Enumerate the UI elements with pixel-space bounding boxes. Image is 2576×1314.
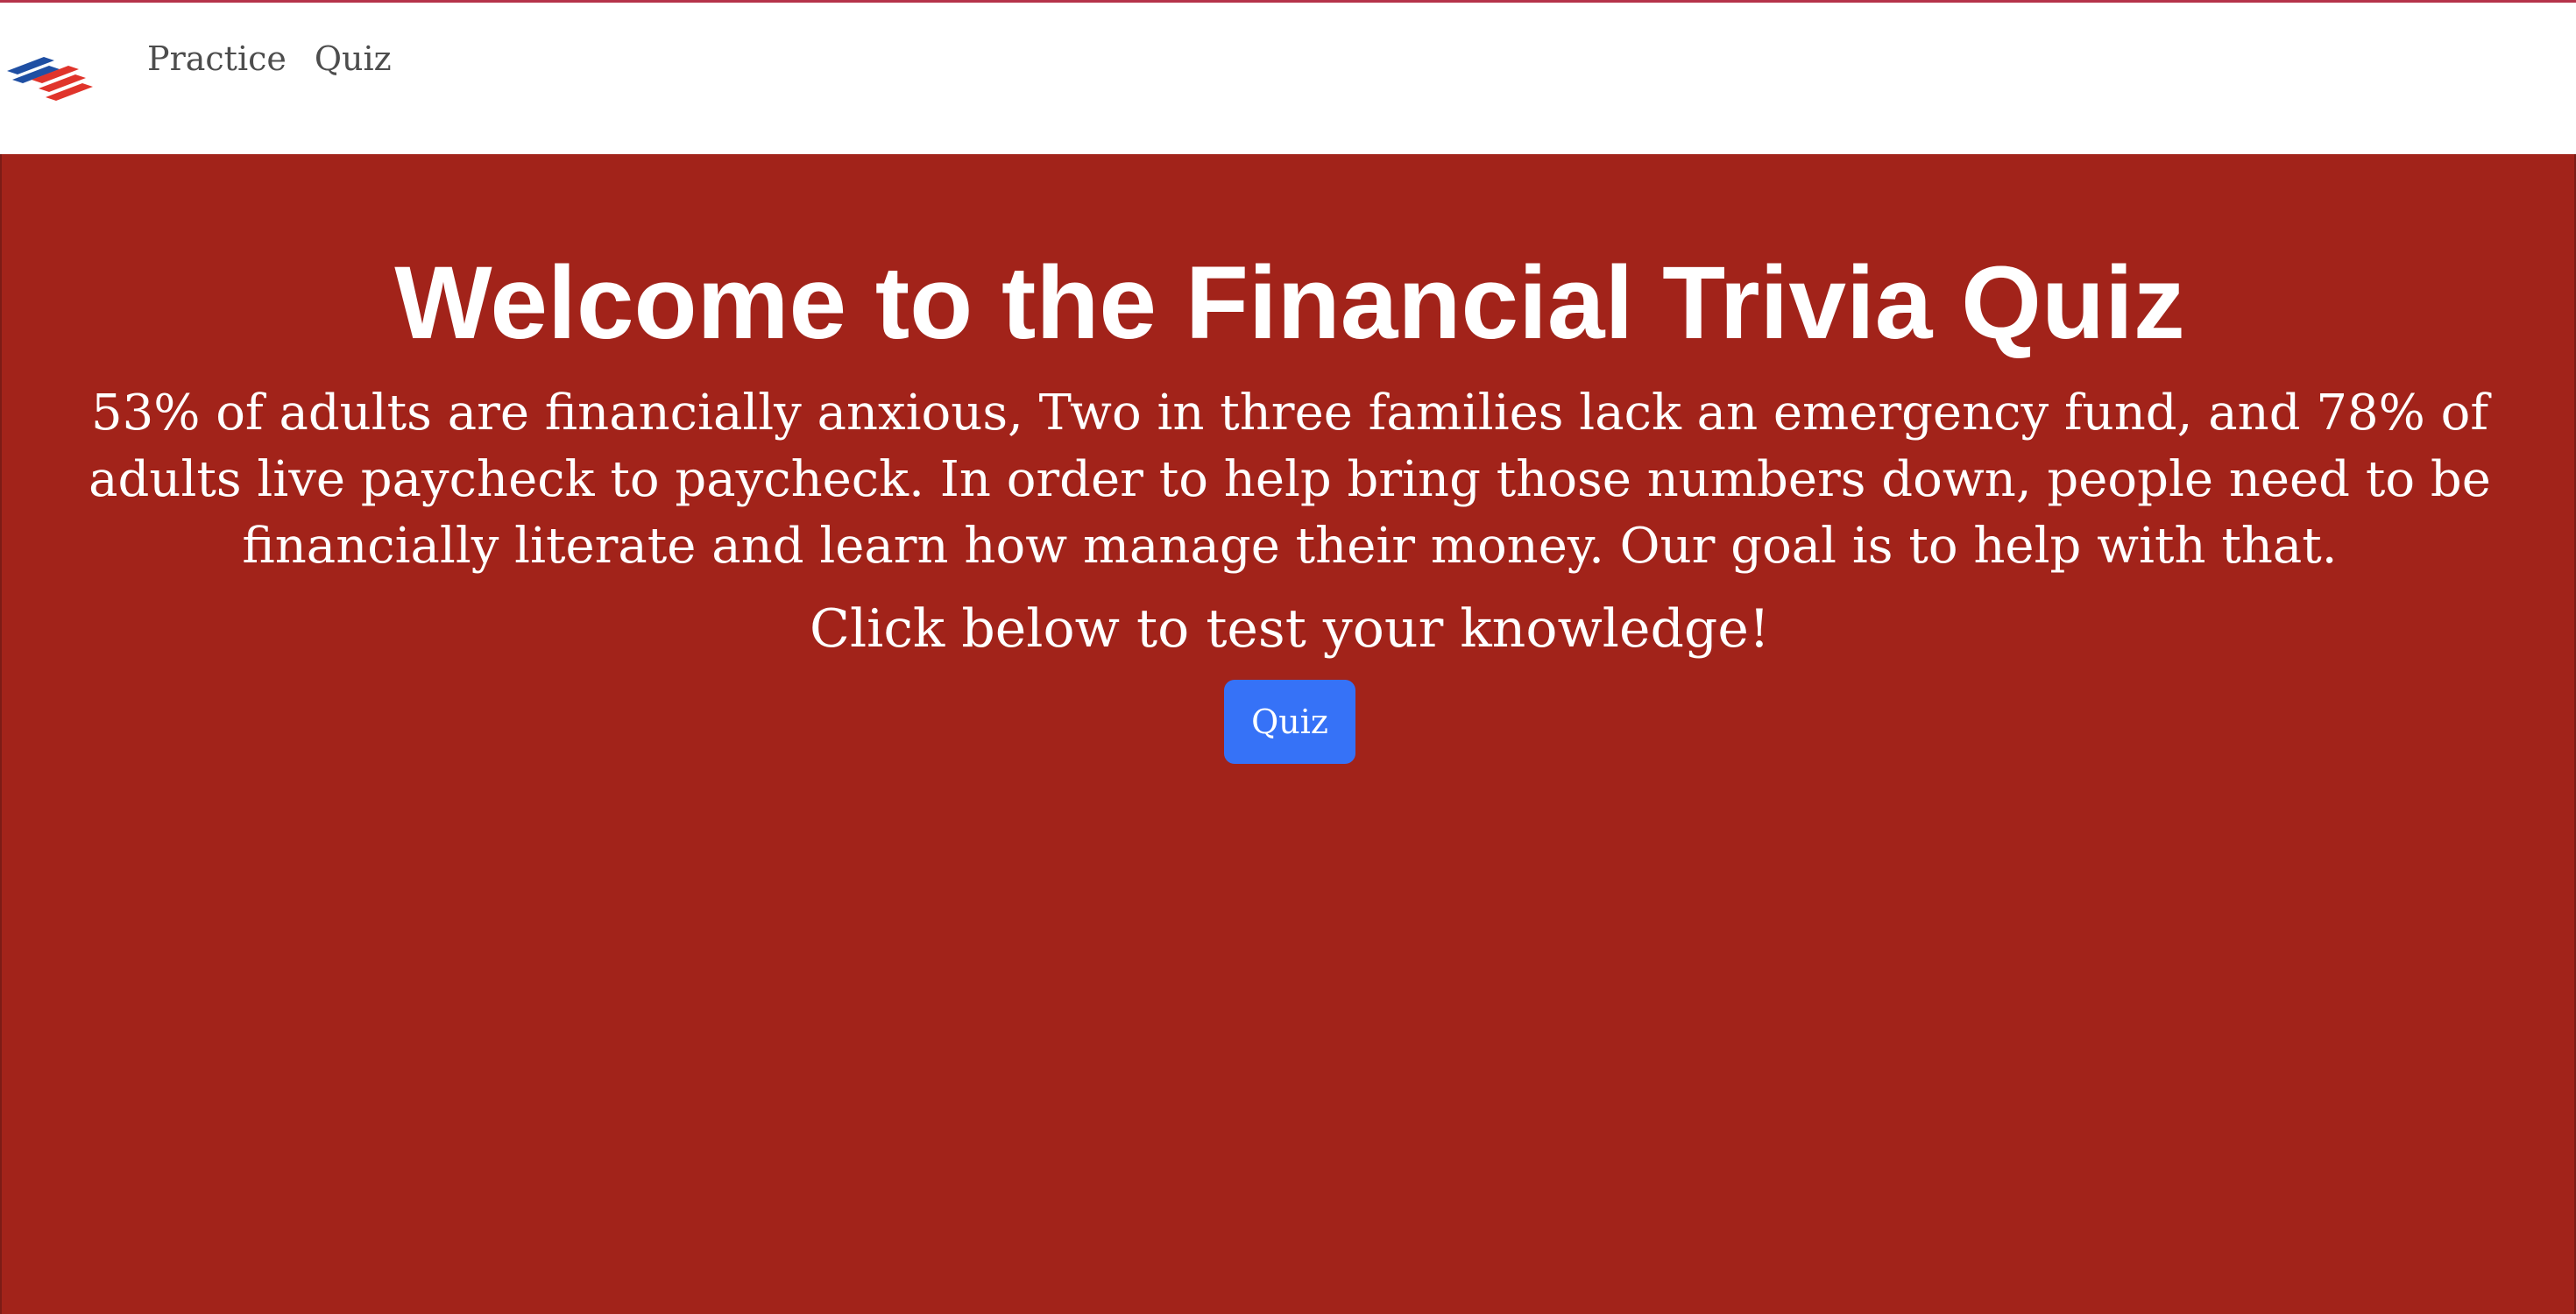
bank-flag-logo-icon[interactable] xyxy=(5,53,98,104)
page-title: Welcome to the Financial Trivia Quiz xyxy=(394,245,2185,361)
nav-link-quiz[interactable]: Quiz xyxy=(315,36,392,81)
intro-paragraph: 53% of adults are financially anxious, T… xyxy=(88,385,2491,575)
nav-links: Practice Quiz xyxy=(147,36,392,81)
page: Practice Quiz Welcome to the Financial T… xyxy=(0,0,2576,1314)
quiz-button[interactable]: Quiz xyxy=(1224,680,1355,764)
call-to-action-text: Click below to test your knowledge! xyxy=(810,598,1770,660)
top-navbar: Practice Quiz xyxy=(0,3,2576,152)
hero-section: Welcome to the Financial Trivia Quiz 53%… xyxy=(0,154,2576,1314)
nav-link-practice[interactable]: Practice xyxy=(147,36,287,81)
